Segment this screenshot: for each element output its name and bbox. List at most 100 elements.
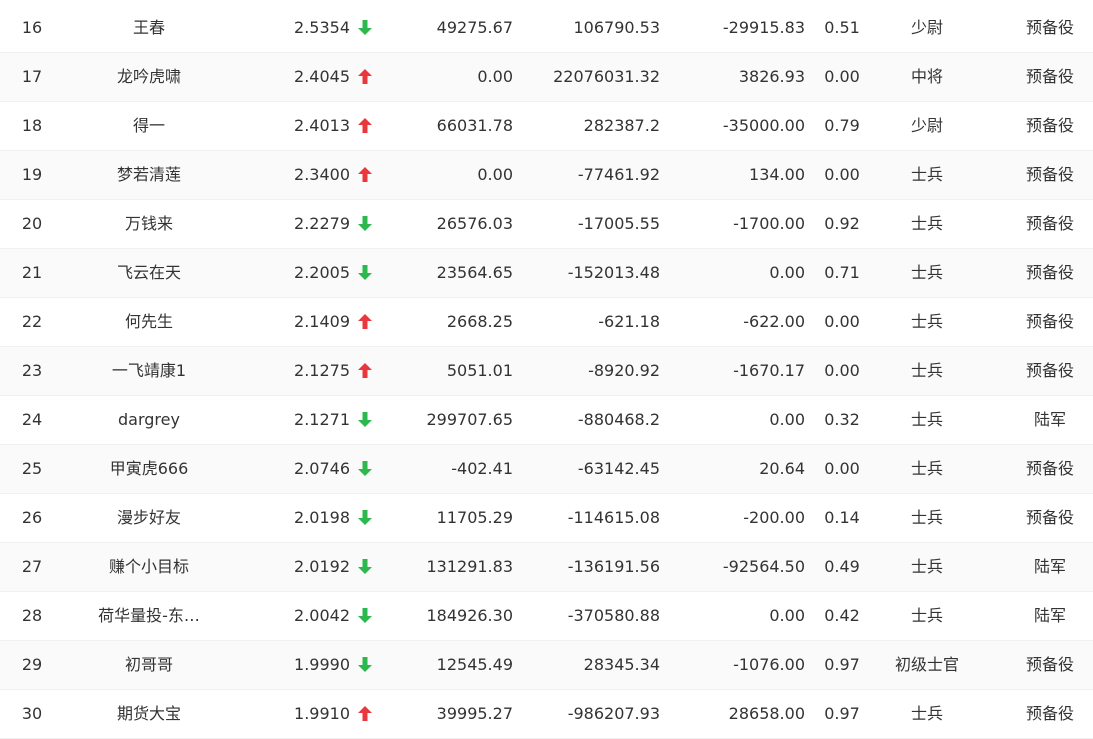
value-2: 106790.53: [573, 18, 660, 37]
status-label: 陆军: [1033, 410, 1066, 429]
value-1: 5051.01: [446, 361, 513, 380]
trader-name[interactable]: 荷华量投-东…: [85, 592, 213, 640]
value-3: -1700.00: [733, 214, 805, 233]
rank-cell: 26: [21, 508, 43, 527]
score-value: 2.2279: [294, 214, 350, 233]
value-3: 28658.00: [728, 704, 805, 723]
trader-name[interactable]: 一飞靖康1: [85, 347, 213, 395]
arrow-up-icon: [358, 298, 378, 346]
rank-cell: 21: [21, 263, 43, 282]
military-rank: 士兵: [910, 557, 943, 576]
trader-name[interactable]: 王春: [85, 4, 213, 52]
status-label: 预备役: [1025, 263, 1074, 282]
value-2: -114615.08: [567, 508, 660, 527]
value-2: -63142.45: [577, 459, 660, 478]
military-rank: 士兵: [910, 165, 943, 184]
value-1: 26576.03: [436, 214, 513, 233]
military-rank: 士兵: [910, 606, 943, 625]
ratio-value: 0.00: [824, 459, 860, 478]
trader-name[interactable]: 漫步好友: [85, 494, 213, 542]
value-1: 0.00: [477, 67, 513, 86]
arrow-down-icon: [358, 543, 378, 591]
table-row[interactable]: 24 dargrey 2.1271 299707.65 -880468.2 0.00 0.3…: [0, 396, 1093, 445]
value-3: -92564.50: [722, 557, 805, 576]
rank-cell: 22: [21, 312, 43, 331]
value-2: -986207.93: [567, 704, 660, 723]
status-label: 预备役: [1025, 116, 1074, 135]
table-row[interactable]: 22 何先生 2.1409 2668.25 -621.18 -622.00 0.00 士兵 预备…: [0, 298, 1093, 347]
military-rank: 士兵: [910, 704, 943, 723]
score-value: 2.0192: [294, 557, 350, 576]
arrow-down-icon: [358, 249, 378, 297]
military-rank: 士兵: [910, 410, 943, 429]
score-value: 2.0198: [294, 508, 350, 527]
score-value: 2.0042: [294, 606, 350, 625]
ratio-value: 0.49: [824, 557, 860, 576]
rank-cell: 18: [21, 116, 43, 135]
trader-name[interactable]: 得一: [85, 102, 213, 150]
table-row[interactable]: 21 飞云在天 2.2005 23564.65 -152013.48 0.00 0.71 士兵…: [0, 249, 1093, 298]
arrow-down-icon: [358, 592, 378, 640]
status-label: 陆军: [1033, 557, 1066, 576]
value-1: 2668.25: [446, 312, 513, 331]
score-value: 1.9910: [294, 704, 350, 723]
trader-name[interactable]: 赚个小目标: [85, 543, 213, 591]
trader-name[interactable]: 期货大宝: [85, 690, 213, 738]
ratio-value: 0.97: [824, 655, 860, 674]
table-row[interactable]: 18 得一 2.4013 66031.78 282387.2 -35000.00 0.79 少…: [0, 102, 1093, 151]
value-3: 0.00: [769, 263, 805, 282]
ratio-value: 0.51: [824, 18, 860, 37]
value-1: -402.41: [451, 459, 513, 478]
table-row[interactable]: 28 荷华量投-东… 2.0042 184926.30 -370580.88 0.00 0.…: [0, 592, 1093, 641]
trader-name[interactable]: 飞云在天: [85, 249, 213, 297]
table-row[interactable]: 27 赚个小目标 2.0192 131291.83 -136191.56 -92564.5…: [0, 543, 1093, 592]
ratio-value: 0.00: [824, 312, 860, 331]
table-row[interactable]: 17 龙吟虎啸 2.4045 0.00 22076031.32 3826.93 0.00 中将…: [0, 53, 1093, 102]
military-rank: 士兵: [910, 263, 943, 282]
ratio-value: 0.00: [824, 165, 860, 184]
table-row[interactable]: 29 初哥哥 1.9990 12545.49 28345.34 -1076.00 0.97 初…: [0, 641, 1093, 690]
table-row[interactable]: 30 期货大宝 1.9910 39995.27 -986207.93 28658.00 0.…: [0, 690, 1093, 739]
table-row[interactable]: 23 一飞靖康1 2.1275 5051.01 -8920.92 -1670.17 0.00…: [0, 347, 1093, 396]
score-value: 2.3400: [294, 165, 350, 184]
trader-name[interactable]: 甲寅虎666: [85, 445, 213, 493]
arrow-down-icon: [358, 641, 378, 689]
status-label: 预备役: [1025, 312, 1074, 331]
value-2: -152013.48: [567, 263, 660, 282]
military-rank: 士兵: [910, 214, 943, 233]
table-row[interactable]: 20 万钱来 2.2279 26576.03 -17005.55 -1700.00 0.92…: [0, 200, 1093, 249]
trader-name[interactable]: 何先生: [85, 298, 213, 346]
trader-name[interactable]: 万钱来: [85, 200, 213, 248]
value-1: 299707.65: [426, 410, 513, 429]
arrow-down-icon: [358, 445, 378, 493]
rank-cell: 17: [21, 67, 43, 86]
table-row[interactable]: 16 王春 2.5354 49275.67 106790.53 -29915.83 0.51…: [0, 4, 1093, 53]
score-value: 2.5354: [294, 18, 350, 37]
ratio-value: 0.14: [824, 508, 860, 527]
trader-name[interactable]: 龙吟虎啸: [85, 53, 213, 101]
status-label: 预备役: [1025, 655, 1074, 674]
rank-cell: 27: [21, 557, 43, 576]
value-1: 39995.27: [436, 704, 513, 723]
table-row[interactable]: 26 漫步好友 2.0198 11705.29 -114615.08 -200.00 0.1…: [0, 494, 1093, 543]
value-2: 282387.2: [583, 116, 660, 135]
military-rank: 士兵: [910, 361, 943, 380]
value-2: -370580.88: [567, 606, 660, 625]
value-2: -621.18: [598, 312, 660, 331]
value-1: 0.00: [477, 165, 513, 184]
value-3: 134.00: [749, 165, 805, 184]
trader-name[interactable]: dargrey: [85, 396, 213, 444]
table-row[interactable]: 19 梦若清莲 2.3400 0.00 -77461.92 134.00 0.00 士兵 预备役: [0, 151, 1093, 200]
value-1: 12545.49: [436, 655, 513, 674]
rank-cell: 29: [21, 655, 43, 674]
value-1: 11705.29: [436, 508, 513, 527]
trader-name[interactable]: 梦若清莲: [85, 151, 213, 199]
ratio-value: 0.32: [824, 410, 860, 429]
table-row[interactable]: 25 甲寅虎666 2.0746 -402.41 -63142.45 20.64 0.00 士…: [0, 445, 1093, 494]
rank-cell: 19: [21, 165, 43, 184]
trader-name[interactable]: 初哥哥: [85, 641, 213, 689]
arrow-up-icon: [358, 53, 378, 101]
value-1: 131291.83: [426, 557, 513, 576]
status-label: 预备役: [1025, 704, 1074, 723]
status-label: 预备役: [1025, 165, 1074, 184]
